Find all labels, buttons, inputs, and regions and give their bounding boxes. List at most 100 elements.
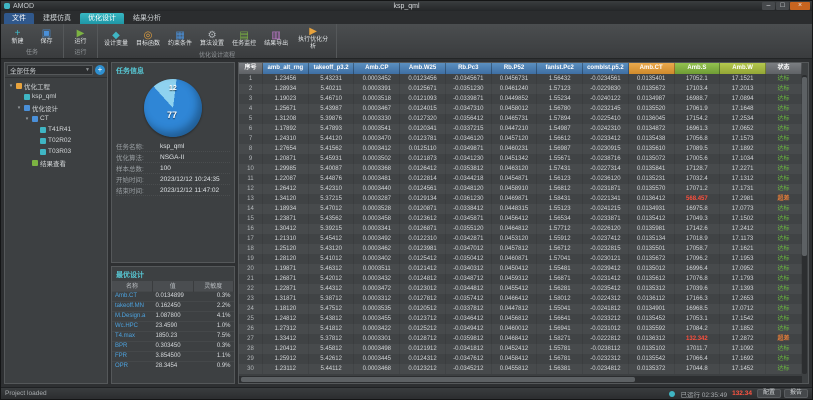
ribbon-button-约束条件[interactable]: ▦约束条件 [165,25,195,52]
document-title: ksp_qml [1,3,812,10]
best-row[interactable]: OPR28.34540.9% [112,361,234,371]
table-row[interactable]: 31.190235.467100.00035180.0121093-0.0339… [239,94,802,104]
tree-item-T41R41[interactable]: T41R41 [5,124,107,135]
tab-结果分析[interactable]: 结果分析 [125,13,169,24]
table-row[interactable]: 261.273125.418120.00034220.0125212-0.034… [239,324,802,334]
minimize-button[interactable]: – [762,2,775,10]
pie-value-fail: 12 [169,85,177,92]
table-row[interactable]: 81.276545.415620.00034120.0125110-0.0349… [239,144,802,154]
column-header-序号[interactable]: 序号 [239,63,263,74]
ribbon-button-运行[interactable]: ▶运行 [67,25,94,49]
column-header-Amb.W25[interactable]: Amb.W25 [400,63,446,74]
tree-filter-dropdown[interactable]: 全部任务 ▼ [7,65,93,75]
horizontal-scrollbar-thumb[interactable] [241,377,635,382]
design-folder-icon [24,105,30,111]
best-row[interactable]: BPR0.3034500.3% [112,341,234,351]
tree-expander-icon[interactable]: ▾ [16,105,22,111]
column-header-状态[interactable]: 状态 [766,63,802,74]
ribbon-button-算法设置[interactable]: ⚙算法设置 [197,25,227,52]
tree-item-T02R02[interactable]: T02R02 [5,135,107,146]
tab-文件[interactable]: 文件 [4,13,34,24]
tree-item-ksp_qml[interactable]: ksp_qml [5,91,107,102]
tree-expander-icon[interactable]: ▾ [8,83,14,89]
column-header-comblst.p5.2[interactable]: comblst.p5.2 [583,63,629,74]
ribbon-button-设计变量[interactable]: ◆设计变量 [101,25,131,52]
tab-建模仿真[interactable]: 建模仿真 [35,13,79,24]
tree-item-CT[interactable]: ▾CT [5,113,107,124]
vertical-scrollbar[interactable] [802,75,807,374]
data-cell: 17142.6 [675,224,721,234]
table-row[interactable]: 301.231125.441120.00034680.0123212-0.034… [239,364,802,374]
table-row[interactable]: 71.243105.441200.00034700.0123781-0.0346… [239,134,802,144]
best-row[interactable]: takeoff.MN0.1624502.2% [112,301,234,311]
ribbon-button-目标函数[interactable]: ◎目标函数 [133,25,163,52]
best-row[interactable]: FPR3.8545001.1% [112,351,234,361]
table-row[interactable]: 111.220875.448760.00034810.0122814-0.034… [239,174,802,184]
table-row[interactable]: 121.264125.423100.00034400.0124561-0.034… [239,184,802,194]
table-row[interactable]: 21.289345.402110.00033910.0125671-0.0351… [239,84,802,94]
table-row[interactable]: 241.181205.475120.00035350.0120512-0.033… [239,304,802,314]
data-cell: 0.0125671 [400,84,446,94]
vertical-scrollbar-thumb[interactable] [802,77,807,256]
best-name-cell: Amb.CT [112,291,153,301]
best-row[interactable]: Amb.CT0.01348990.3% [112,291,234,301]
table-row[interactable]: 201.198715.463120.00035110.0121412-0.034… [239,264,802,274]
table-row[interactable]: 251.248125.438120.00034550.0123712-0.034… [239,314,802,324]
ribbon-button-执行优化分析[interactable]: ▶执行优化分析 [293,25,333,52]
table-row[interactable]: 131.341205.372150.00032870.0129134-0.036… [239,194,802,204]
column-header-Rb.P52[interactable]: Rb.P52 [492,63,538,74]
table-row[interactable]: 211.268715.420120.00034320.0124812-0.034… [239,274,802,284]
tree-item-优化设计[interactable]: ▾优化设计 [5,102,107,113]
data-cell: 0.0135012 [629,264,675,274]
table-row[interactable]: 141.189345.470120.00035280.0120871-0.033… [239,204,802,214]
column-header-Amb.W[interactable]: Amb.W [720,63,766,74]
table-row[interactable]: 271.334125.378120.00033010.0128712-0.035… [239,334,802,344]
status-cell: 达标 [766,314,802,324]
ribbon-button-保存[interactable]: ▣保存 [33,25,60,49]
add-task-button[interactable]: + [95,65,105,75]
table-row[interactable]: 61.178925.478930.00035410.0120341-0.0337… [239,124,802,134]
table-row[interactable]: 151.238715.435620.00034580.0123612-0.034… [239,214,802,224]
column-header-Rb.Pc3[interactable]: Rb.Pc3 [446,63,492,74]
column-header-Amb.CT[interactable]: Amb.CT [629,63,675,74]
maximize-button[interactable]: □ [776,2,789,10]
table-row[interactable]: 231.318715.387120.00033120.0127812-0.035… [239,294,802,304]
table-row[interactable]: 161.304125.392150.00033410.0126871-0.035… [239,224,802,234]
titlebar: AMOD ksp_qml –□× [1,1,812,11]
table-row[interactable]: 41.256715.439870.00034670.0124015-0.0347… [239,104,802,114]
tab-优化设计[interactable]: 优化设计 [80,13,124,24]
table-row[interactable]: 291.259125.426120.00034450.0124312-0.034… [239,354,802,364]
data-cell: 0.0123212 [400,364,446,374]
statusbar-button-报告[interactable]: 报告 [784,389,808,398]
column-header-Amb.CP[interactable]: Amb.CP [354,63,400,74]
column-header-amb_alt_rng[interactable]: amb_alt_rng [263,63,309,74]
horizontal-scrollbar[interactable] [239,376,802,383]
tree-item-结果查看[interactable]: 结果查看 [5,157,107,168]
table-row[interactable]: 281.204125.458120.00034980.0121912-0.034… [239,344,802,354]
export-icon: ▥ [271,30,280,41]
data-cell: -0.0231871 [583,184,629,194]
table-row[interactable]: 221.228715.443120.00034720.0123012-0.034… [239,284,802,294]
best-row[interactable]: Wc.HPC23.45901.0% [112,321,234,331]
column-header-fanlst.Pc2[interactable]: fanlst.Pc2 [537,63,583,74]
table-row[interactable]: 101.299855.400870.00033680.0126412-0.035… [239,164,802,174]
table-row[interactable]: 11.234565.432310.00034520.0123456-0.0345… [239,74,802,84]
ribbon-button-结果导出[interactable]: ▥结果导出 [261,25,291,52]
table-row[interactable]: 181.251205.431200.00034620.0123981-0.034… [239,244,802,254]
table-row[interactable]: 91.208715.459310.00035020.0121873-0.0341… [239,154,802,164]
table-row[interactable]: 51.312085.398760.00033300.0127320-0.0356… [239,114,802,124]
best-row[interactable]: M.Design.a1.0878004.1% [112,311,234,321]
ribbon-button-任务监控[interactable]: ▤任务监控 [229,25,259,52]
column-header-Amb.S[interactable]: Amb.S [675,63,721,74]
status-cell: 超差 [766,194,802,204]
statusbar-button-配置[interactable]: 配置 [757,389,781,398]
tree-item-T03R03[interactable]: T03R03 [5,146,107,157]
table-row[interactable]: 171.213105.454120.00034920.0122310-0.034… [239,234,802,244]
close-button[interactable]: × [790,2,810,10]
tree-item-优化工程[interactable]: ▾优化工程 [5,80,107,91]
ribbon-button-新建[interactable]: +新建 [4,25,31,49]
column-header-takeoff_p3.2[interactable]: takeoff_p3.2 [309,63,355,74]
table-row[interactable]: 191.281205.410120.00034020.0125412-0.035… [239,254,802,264]
best-row[interactable]: T4.max1850.237.5% [112,331,234,341]
tree-expander-icon[interactable]: ▾ [24,116,30,122]
